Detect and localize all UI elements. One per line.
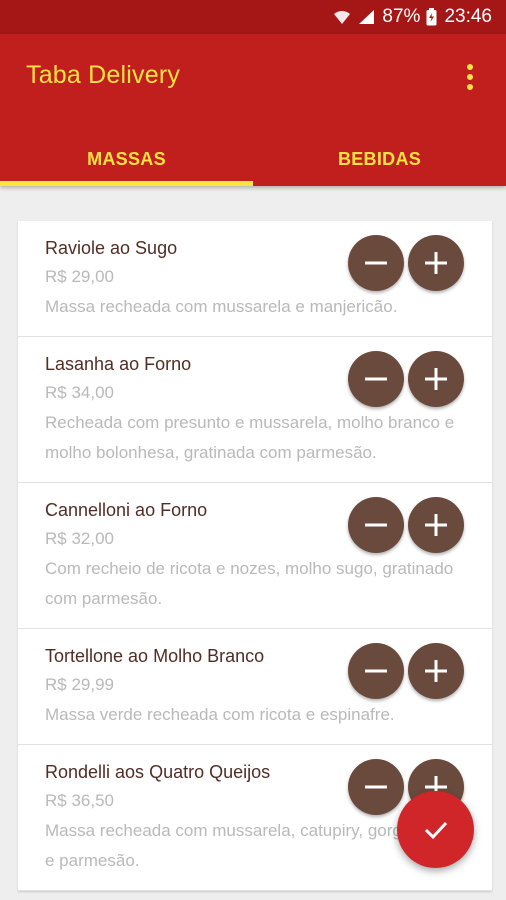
plus-icon <box>425 660 447 682</box>
increase-button[interactable] <box>408 497 464 553</box>
minus-icon <box>365 377 387 381</box>
battery-icon <box>426 8 437 26</box>
list-item: Cannelloni ao Forno R$ 32,00 Com recheio… <box>18 483 492 629</box>
list-item: Lasanha ao Forno R$ 34,00 Recheada com p… <box>18 337 492 483</box>
plus-icon <box>425 368 447 390</box>
increase-button[interactable] <box>408 643 464 699</box>
item-description: Recheada com presunto e mussarela, molho… <box>45 413 455 462</box>
tab-bar: MASSAS BEBIDAS <box>0 132 506 186</box>
increase-button[interactable] <box>408 351 464 407</box>
decrease-button[interactable] <box>348 235 404 291</box>
item-description: Massa verde recheada com ricota e espina… <box>45 705 395 724</box>
decrease-button[interactable] <box>348 497 404 553</box>
battery-percent: 87% <box>382 6 421 27</box>
tab-massas[interactable]: MASSAS <box>0 132 253 186</box>
status-bar: 87% 23:46 <box>0 0 506 34</box>
minus-icon <box>365 261 387 265</box>
decrease-button[interactable] <box>348 759 404 815</box>
item-description: Com recheio de ricota e nozes, molho sug… <box>45 559 454 608</box>
minus-icon <box>365 785 387 789</box>
check-icon <box>424 821 447 839</box>
increase-button[interactable] <box>408 235 464 291</box>
app-bar: Taba Delivery MASSAS BEBIDAS <box>0 34 506 186</box>
decrease-button[interactable] <box>348 643 404 699</box>
more-vert-icon[interactable] <box>464 64 476 90</box>
plus-icon <box>425 252 447 274</box>
app-screen: 87% 23:46 Taba Delivery MASSAS BEBIDAS R… <box>0 0 506 900</box>
minus-icon <box>365 669 387 673</box>
tab-indicator <box>0 181 253 186</box>
minus-icon <box>365 523 387 527</box>
wifi-icon <box>333 9 351 25</box>
app-title: Taba Delivery <box>26 61 181 89</box>
item-description: Massa recheada com mussarela e manjericã… <box>45 297 398 316</box>
clock: 23:46 <box>444 6 492 27</box>
menu-list: Raviole ao Sugo R$ 29,00 Massa recheada … <box>18 221 492 891</box>
signal-icon <box>358 9 375 25</box>
confirm-order-button[interactable] <box>397 791 474 868</box>
list-item: Raviole ao Sugo R$ 29,00 Massa recheada … <box>18 221 492 337</box>
decrease-button[interactable] <box>348 351 404 407</box>
plus-icon <box>425 514 447 536</box>
list-item: Tortellone ao Molho Branco R$ 29,99 Mass… <box>18 629 492 745</box>
tab-bebidas[interactable]: BEBIDAS <box>253 132 506 186</box>
